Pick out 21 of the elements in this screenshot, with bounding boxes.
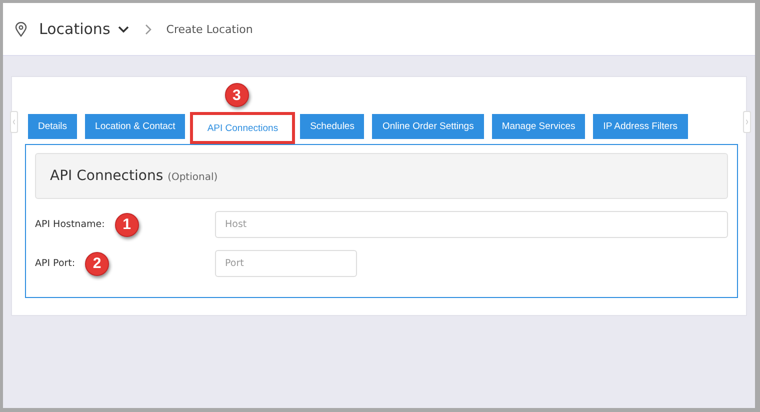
tab[interactable]: IP Address Filters — [593, 114, 688, 139]
breadcrumb-page: Create Location — [166, 22, 253, 36]
tab[interactable]: Manage Services — [492, 114, 586, 139]
input-field[interactable]: Port — [215, 250, 357, 277]
callout-badge: 1 — [114, 212, 139, 236]
chevron-down-icon[interactable] — [118, 26, 130, 32]
field-label: API Port: — [35, 258, 76, 269]
field-label: API Hostname: — [35, 219, 105, 230]
tab[interactable]: Schedules — [300, 114, 364, 139]
tab[interactable]: Online Order Settings — [372, 114, 484, 139]
callout-badge: 3 — [224, 83, 249, 107]
section-title: API Connections (Optional) — [50, 168, 218, 184]
breadcrumb-section[interactable]: Locations — [39, 20, 110, 38]
callout-badge: 2 — [85, 252, 110, 276]
input-field[interactable]: Host — [215, 211, 728, 238]
scroll-right-icon[interactable] — [743, 111, 751, 133]
tab[interactable]: Location & Contact — [85, 114, 186, 139]
chevron-right-icon — [145, 24, 152, 34]
scroll-left-icon[interactable] — [10, 111, 18, 133]
location-pin-icon — [15, 22, 27, 36]
tab[interactable]: Details — [28, 114, 78, 139]
